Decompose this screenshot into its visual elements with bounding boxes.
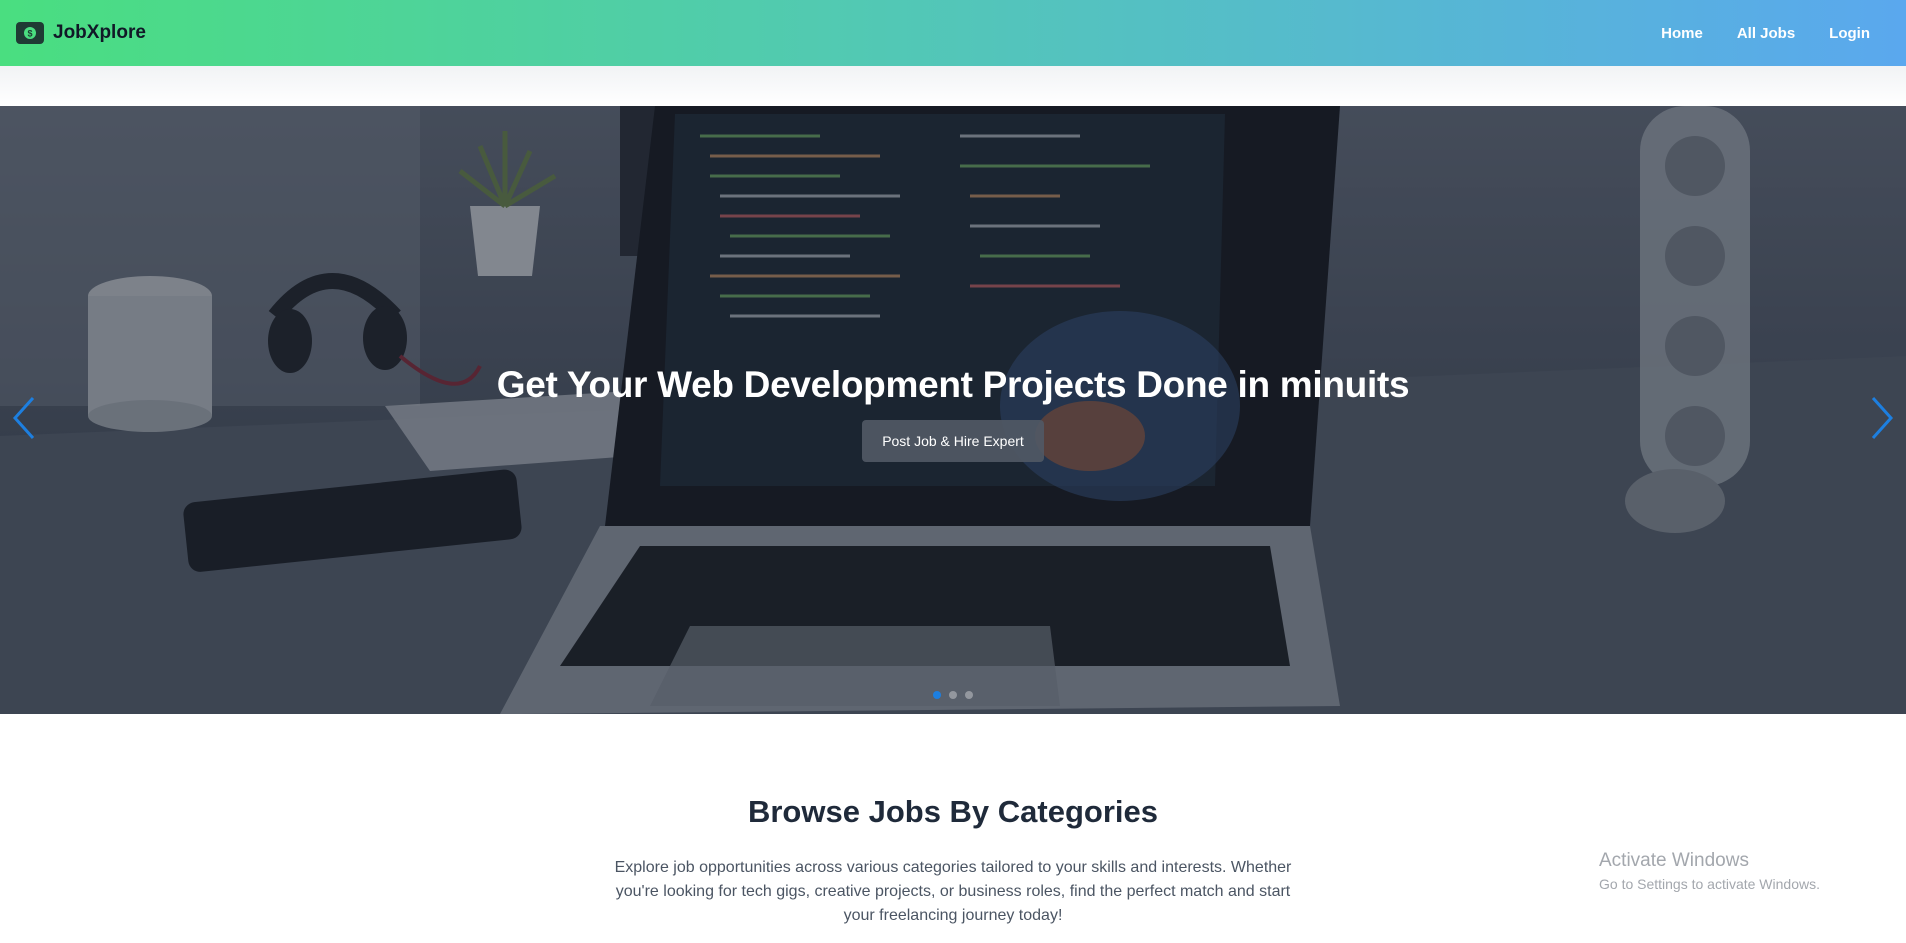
watermark-title: Activate Windows xyxy=(1599,850,1749,871)
carousel-indicator-2[interactable] xyxy=(949,691,957,699)
nav-link-login[interactable]: Login xyxy=(1829,25,1870,42)
categories-description: Explore job opportunities across various… xyxy=(614,859,1292,924)
logo-icon: $ xyxy=(16,22,44,44)
windows-activation-watermark: Activate Windows Go to Settings to activ… xyxy=(1599,850,1820,892)
carousel-indicators xyxy=(0,691,1906,699)
hero-carousel: Get Your Web Development Projects Done i… xyxy=(0,106,1906,714)
hero-title: Get Your Web Development Projects Done i… xyxy=(496,364,1410,405)
post-job-button[interactable]: Post Job & Hire Expert xyxy=(862,420,1044,462)
chevron-left-icon xyxy=(12,396,35,440)
carousel-indicator-3[interactable] xyxy=(965,691,973,699)
svg-text:$: $ xyxy=(27,29,32,39)
brand-name: JobXplore xyxy=(53,22,146,43)
navbar-shadow xyxy=(0,66,1906,106)
watermark-subtitle: Go to Settings to activate Windows. xyxy=(1599,876,1820,892)
carousel-next-button[interactable] xyxy=(1862,390,1902,446)
brand[interactable]: $ JobXplore xyxy=(16,22,146,44)
categories-title: Browse Jobs By Categories xyxy=(747,794,1159,829)
hero-content: Get Your Web Development Projects Done i… xyxy=(0,364,1906,462)
carousel-indicator-1[interactable] xyxy=(933,691,941,699)
navbar: $ JobXplore Home All Jobs Login xyxy=(0,0,1906,66)
carousel-prev-button[interactable] xyxy=(4,390,44,446)
nav-link-all-jobs[interactable]: All Jobs xyxy=(1737,25,1795,42)
nav-links: Home All Jobs Login xyxy=(1661,25,1890,42)
chevron-right-icon xyxy=(1871,396,1894,440)
nav-link-home[interactable]: Home xyxy=(1661,25,1703,42)
